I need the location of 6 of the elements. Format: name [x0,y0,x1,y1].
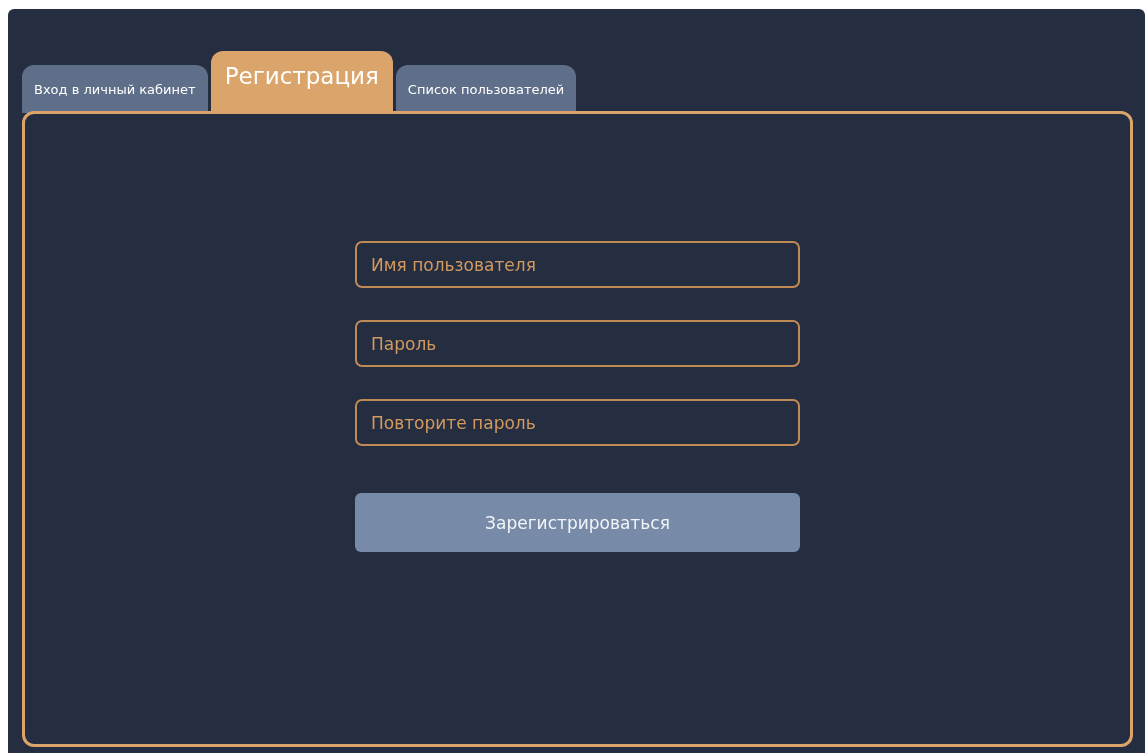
input-field[interactable]: Пароль [355,320,800,367]
input-field[interactable]: Имя пользователя [355,241,800,288]
tab[interactable]: Вход в личный кабинет [22,65,208,113]
input-field[interactable]: Повторите пароль [355,399,800,446]
tab[interactable]: Список пользователей [395,65,577,113]
register-button[interactable]: Зарегистрироваться [355,493,800,552]
